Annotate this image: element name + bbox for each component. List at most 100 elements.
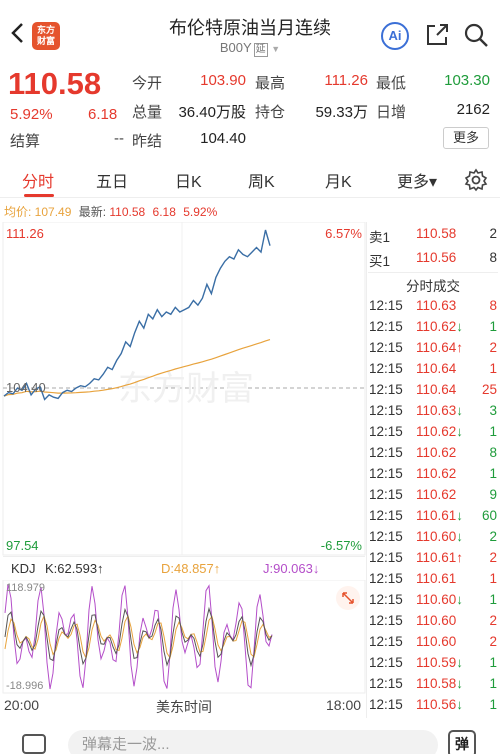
trade-row: 12:15 110.61↓ 60	[369, 508, 497, 529]
buy-1-label: 买1	[369, 254, 391, 269]
chart-top-pct: 6.57%	[325, 226, 362, 241]
daily-increase-label: 日增	[376, 104, 407, 121]
kdj-chart[interactable]: 118.979 -18.996	[0, 580, 366, 694]
more-button[interactable]: 更多	[443, 127, 489, 149]
trade-row: 12:15 110.60↓ 2	[369, 529, 497, 550]
trade-volume: 1	[489, 655, 497, 670]
trade-price: 110.64	[416, 382, 456, 397]
settings-gear-icon[interactable]	[464, 168, 488, 192]
trade-price-value: 110.60	[416, 634, 457, 649]
chart-mid-price: 104.40	[6, 380, 46, 395]
trade-price: 110.63	[416, 298, 456, 313]
expand-icon[interactable]	[335, 585, 361, 611]
low-label: 最低	[376, 75, 407, 92]
latest-change: 6.18	[152, 205, 176, 219]
kdj-k: K:62.593↑	[45, 561, 104, 576]
trade-price-value: 110.59	[416, 655, 457, 670]
trade-price-value: 110.64	[416, 361, 457, 376]
trade-row: 12:15 110.62↓ 1	[369, 319, 497, 340]
open-label: 今开	[132, 75, 163, 92]
trade-volume: 1	[489, 592, 497, 607]
tab-daily-k[interactable]: 日K	[175, 168, 202, 192]
trade-row: 12:15 110.62 1	[369, 466, 497, 487]
trade-price-value: 110.61	[416, 550, 457, 565]
trade-price: 110.62	[416, 487, 456, 502]
trade-price: 110.62	[416, 466, 456, 481]
trade-volume: 1	[489, 361, 497, 376]
page-title: 布伦特原油当月连续	[169, 18, 331, 38]
trade-volume: 2	[489, 529, 497, 544]
panel-divider	[366, 222, 367, 718]
active-tab-indicator	[24, 194, 54, 197]
intraday-chart[interactable]: 东方财富 111.26 6.57% 104.40 97.54 -6.57%	[0, 222, 366, 556]
trade-time: 12:15	[369, 340, 403, 355]
trade-time: 12:15	[369, 676, 403, 691]
trade-time: 12:15	[369, 424, 403, 439]
search-icon[interactable]	[463, 22, 489, 48]
trade-row: 12:15 110.64 1	[369, 361, 497, 382]
danmu-list-icon[interactable]	[22, 734, 46, 754]
danmu-toggle-button[interactable]: 弹	[448, 730, 476, 754]
trade-price-value: 110.61	[416, 508, 457, 523]
trade-arrow-icon: ↓	[456, 697, 464, 712]
orderbook-divider	[368, 272, 498, 273]
trade-time: 12:15	[369, 508, 403, 523]
trade-time: 12:15	[369, 697, 403, 712]
trade-row: 12:15 110.60 2	[369, 613, 497, 634]
chart-bottom-price: 97.54	[6, 538, 39, 553]
watermark: 东方财富	[118, 370, 254, 408]
open-interest-label: 持仓	[255, 104, 286, 121]
app-logo: 东方 财富	[32, 22, 60, 50]
trade-price: 110.62	[416, 445, 456, 460]
kdj-top-value: 118.979	[6, 582, 45, 594]
trade-price: 110.64↑	[416, 340, 463, 355]
trade-volume: 9	[489, 487, 497, 502]
avg-info-line: 均价: 107.49 最新: 110.58 6.18 5.92%	[4, 203, 217, 220]
trade-arrow-icon: ↓	[456, 424, 464, 439]
trades-title: 分时成交	[406, 279, 460, 294]
latest-pct: 5.92%	[183, 205, 218, 219]
trade-arrow-icon: ↓	[456, 676, 464, 691]
trade-price: 110.61	[416, 571, 456, 586]
trade-time: 12:15	[369, 382, 403, 397]
tab-weekly-k[interactable]: 周K	[248, 168, 275, 192]
change-amount: 6.18	[88, 106, 118, 123]
trade-time: 12:15	[369, 298, 403, 313]
trade-row: 12:15 110.56↓ 1	[369, 697, 497, 718]
trade-row: 12:15 110.60 2	[369, 634, 497, 655]
tab-intraday[interactable]: 分时	[22, 168, 54, 192]
trade-price-value: 110.63	[416, 298, 457, 313]
trade-price-value: 110.56	[416, 697, 457, 712]
trade-price: 110.61↑	[416, 550, 463, 565]
tab-more[interactable]: 更多▾	[397, 168, 437, 192]
trade-price-value: 110.62	[416, 466, 457, 481]
trade-volume: 1	[489, 697, 497, 712]
ai-button[interactable]: Ai	[381, 22, 409, 50]
volume-value: 36.40万股	[178, 104, 246, 121]
high-label: 最高	[255, 75, 286, 92]
tab-five-day[interactable]: 五日	[96, 168, 128, 192]
settle-label: 结算	[10, 133, 41, 150]
kdj-bottom-value: -18.996	[6, 680, 43, 692]
daily-increase-value: 2162	[456, 101, 490, 118]
danmu-input[interactable]: 弹幕走一波...	[68, 730, 438, 754]
trade-volume: 2	[489, 634, 497, 649]
trade-time: 12:15	[369, 571, 403, 586]
open-interest-value: 59.33万	[315, 104, 368, 121]
trade-volume: 2	[489, 550, 497, 565]
trade-volume: 1	[489, 319, 497, 334]
share-icon[interactable]	[424, 22, 450, 48]
trade-volume: 25	[481, 382, 497, 397]
buy-1-volume: 8	[489, 250, 497, 265]
trade-volume: 1	[489, 571, 497, 586]
trade-row: 12:15 110.62 9	[369, 487, 497, 508]
trade-price: 110.60↓	[416, 592, 463, 607]
trade-time: 12:15	[369, 550, 403, 565]
back-arrow-icon[interactable]	[8, 20, 28, 46]
trade-price-value: 110.64	[416, 382, 457, 397]
kdj-label[interactable]: KDJ	[11, 561, 36, 576]
trade-price: 110.60	[416, 613, 456, 628]
tab-monthly-k[interactable]: 月K	[325, 168, 352, 192]
caret-down-icon: ▼	[271, 44, 281, 54]
trade-row: 12:15 110.60↓ 1	[369, 592, 497, 613]
